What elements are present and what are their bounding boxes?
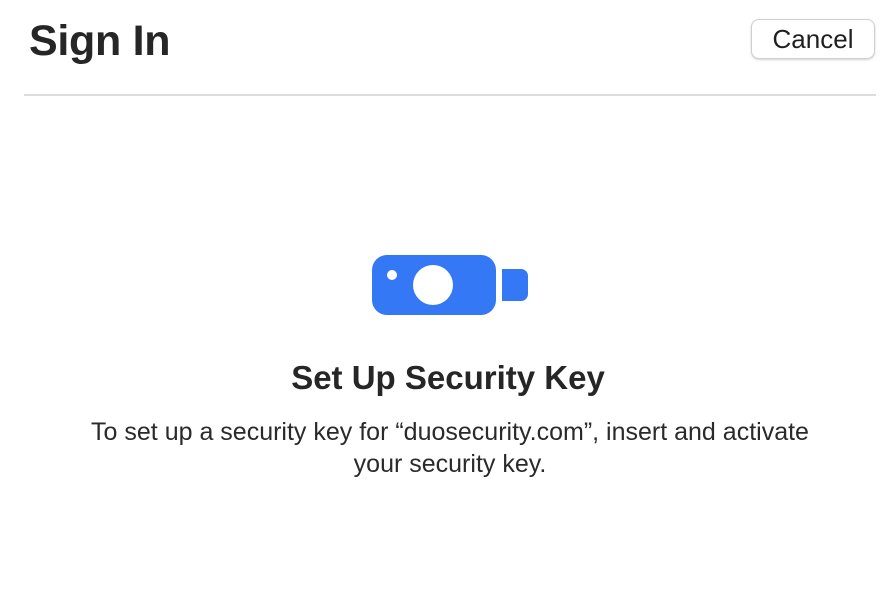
sign-in-dialog: Sign In Cancel Set Up Security Key To se… [0,0,896,612]
page-title: Sign In [29,17,171,65]
setup-description: To set up a security key for “duosecurit… [91,418,809,478]
header-divider [24,94,876,96]
setup-heading: Set Up Security Key [291,359,605,396]
security-key-icon [372,255,528,315]
cancel-button[interactable]: Cancel [751,19,875,59]
